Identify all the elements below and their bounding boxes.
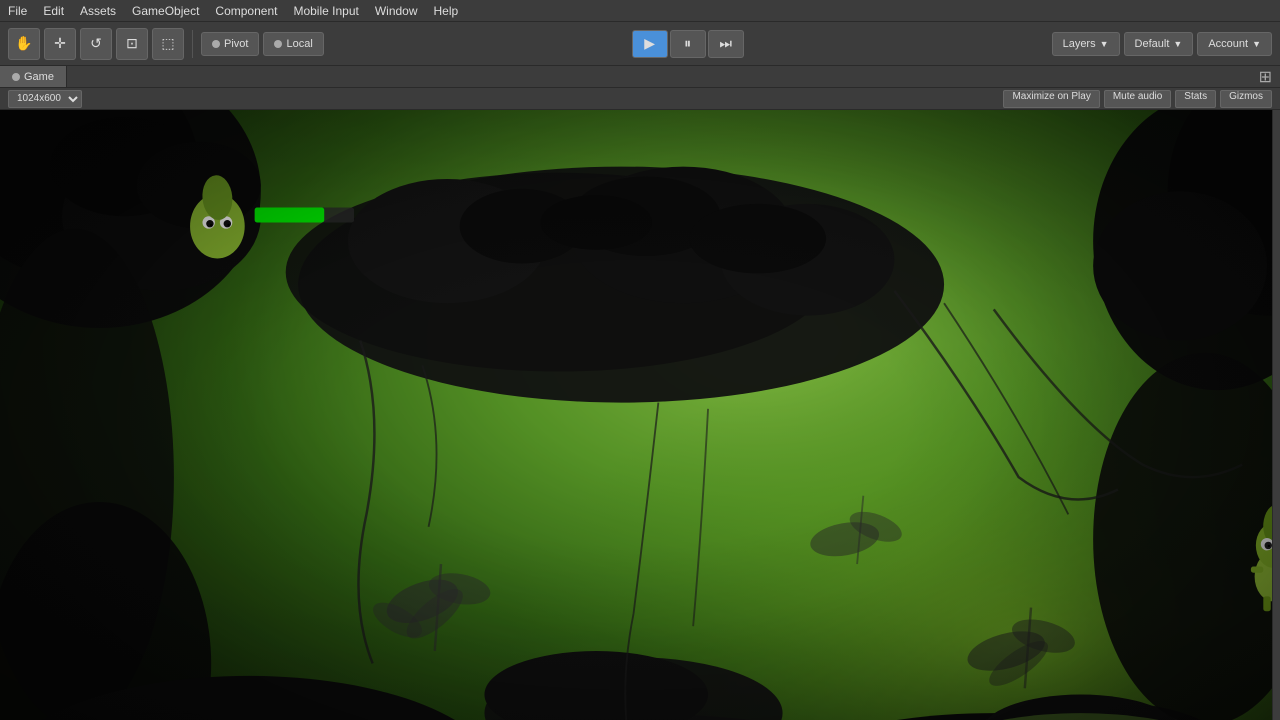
- tab-maximize-icon[interactable]: ⊞: [1259, 67, 1280, 87]
- menu-help[interactable]: Help: [426, 2, 467, 20]
- layers-dropdown[interactable]: Layers ▼: [1052, 32, 1120, 56]
- play-button[interactable]: ▶: [632, 30, 668, 58]
- view-bar: 1024x600 Maximize on Play Mute audio Sta…: [0, 88, 1280, 110]
- pivot-button[interactable]: Pivot: [201, 32, 259, 56]
- account-arrow: ▼: [1252, 39, 1261, 49]
- game-canvas[interactable]: ⊛ 人人素材: [0, 110, 1272, 720]
- game-scene-svg: ⊛ 人人素材: [0, 110, 1272, 720]
- menu-mobileinput[interactable]: Mobile Input: [285, 2, 366, 20]
- main-area: ⊛ 人人素材: [0, 110, 1280, 720]
- menu-assets[interactable]: Assets: [72, 2, 124, 20]
- play-controls: ▶ ⏸ ⏭: [632, 30, 744, 58]
- local-label: Local: [286, 38, 312, 50]
- step-button[interactable]: ⏭: [708, 30, 744, 58]
- move-tool-button[interactable]: ✛: [44, 28, 76, 60]
- hand-tool-button[interactable]: ✋: [8, 28, 40, 60]
- local-indicator: [274, 40, 282, 48]
- pivot-label: Pivot: [224, 38, 248, 50]
- resolution-select[interactable]: 1024x600: [8, 90, 82, 108]
- maximize-on-play-button[interactable]: Maximize on Play: [1003, 90, 1099, 108]
- local-button[interactable]: Local: [263, 32, 323, 56]
- rect-tool-button[interactable]: ⬚: [152, 28, 184, 60]
- view-left: 1024x600: [8, 90, 82, 108]
- scale-tool-button[interactable]: ⊡: [116, 28, 148, 60]
- menu-file[interactable]: File: [0, 2, 35, 20]
- stats-button[interactable]: Stats: [1175, 90, 1216, 108]
- game-tab-radio: [12, 73, 20, 81]
- pause-button[interactable]: ⏸: [670, 30, 706, 58]
- toolbar-separator-1: [192, 30, 193, 58]
- pivot-indicator: [212, 40, 220, 48]
- account-label: Account: [1208, 38, 1248, 50]
- toolbar: ✋ ✛ ↺ ⊡ ⬚ Pivot Local ▶ ⏸ ⏭ Layers ▼ Def…: [0, 22, 1280, 66]
- view-right: Maximize on Play Mute audio Stats Gizmos: [1003, 90, 1272, 108]
- menu-gameobject[interactable]: GameObject: [124, 2, 207, 20]
- default-label: Default: [1135, 38, 1170, 50]
- pivot-local-group: Pivot Local: [201, 32, 324, 56]
- menu-window[interactable]: Window: [367, 2, 426, 20]
- game-tab-label: Game: [24, 71, 54, 83]
- game-tab[interactable]: Game: [0, 66, 67, 87]
- gizmos-button[interactable]: Gizmos: [1220, 90, 1272, 108]
- default-dropdown[interactable]: Default ▼: [1124, 32, 1194, 56]
- account-dropdown[interactable]: Account ▼: [1197, 32, 1272, 56]
- default-arrow: ▼: [1173, 39, 1182, 49]
- right-scroll-panel[interactable]: [1272, 110, 1280, 720]
- game-view[interactable]: ⊛ 人人素材: [0, 110, 1272, 720]
- menu-edit[interactable]: Edit: [35, 2, 72, 20]
- menu-component[interactable]: Component: [207, 2, 285, 20]
- tab-bar: Game ⊞: [0, 66, 1280, 88]
- mute-audio-button[interactable]: Mute audio: [1104, 90, 1171, 108]
- menu-bar: File Edit Assets GameObject Component Mo…: [0, 0, 1280, 22]
- layers-label: Layers: [1063, 38, 1096, 50]
- rotate-tool-button[interactable]: ↺: [80, 28, 112, 60]
- layers-arrow: ▼: [1100, 39, 1109, 49]
